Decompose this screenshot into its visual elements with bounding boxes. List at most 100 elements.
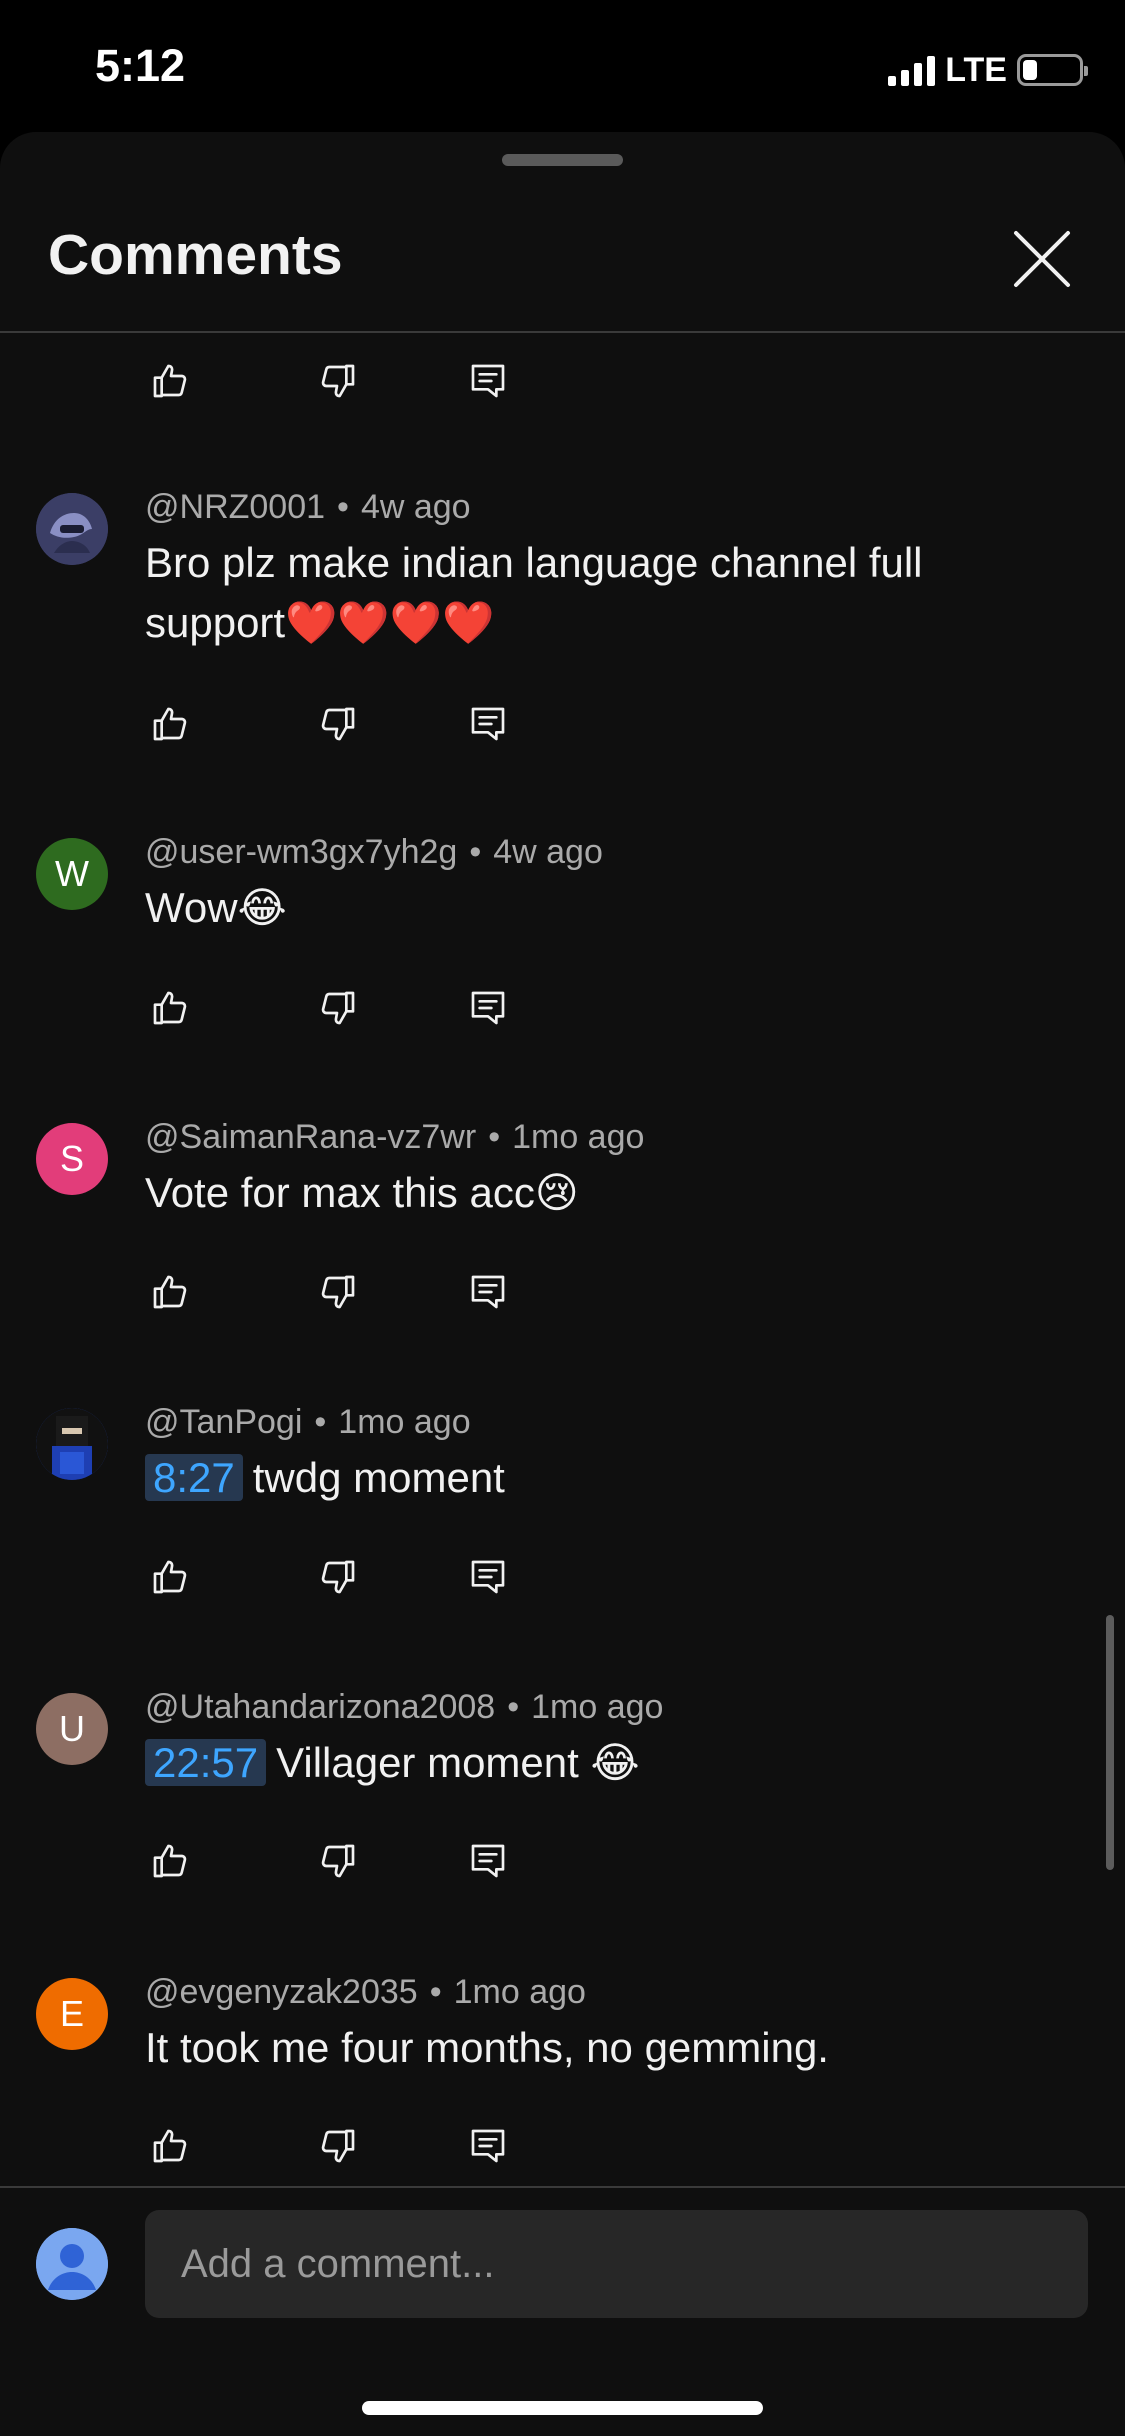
dislike-button[interactable] [313, 699, 363, 749]
network-label: LTE [945, 50, 1007, 89]
avatar[interactable]: E [36, 1978, 108, 2050]
close-button[interactable] [1010, 227, 1074, 291]
reply-button[interactable] [463, 1267, 513, 1317]
thumbs-up-icon [153, 1275, 187, 1309]
like-button[interactable] [145, 356, 195, 406]
thumbs-up-icon [153, 991, 187, 1025]
signal-icon [888, 54, 936, 86]
thumbs-up-icon [153, 364, 187, 398]
comment-text: 22:57 Villager moment 😂 [145, 1733, 1045, 1793]
meta-separator: • [314, 1403, 327, 1441]
comment-author[interactable]: @NRZ0001 [145, 488, 325, 526]
status-bar: 5:12 LTE [0, 0, 1125, 132]
reply-icon [471, 1275, 505, 1309]
meta-separator: • [337, 488, 349, 526]
thumbs-up-icon [153, 707, 187, 741]
avatar[interactable]: S [36, 1123, 108, 1195]
like-button[interactable] [145, 699, 195, 749]
battery-level [1023, 60, 1037, 80]
thumbs-down-icon [321, 1844, 355, 1878]
meta-separator: • [469, 833, 482, 871]
dislike-button[interactable] [313, 356, 363, 406]
comment-actions [145, 1262, 513, 1322]
comment-text: 8:27 twdg moment [145, 1448, 1045, 1508]
reply-button[interactable] [463, 2121, 513, 2171]
comment-age: 1mo ago [512, 1118, 645, 1156]
comment-meta: @SaimanRana-vz7wr • 1mo ago [145, 1118, 644, 1157]
status-indicators: LTE [888, 50, 1088, 90]
close-icon [1014, 231, 1070, 287]
reply-button[interactable] [463, 356, 513, 406]
reply-button[interactable] [463, 1552, 513, 1602]
comment-body: It took me four months, no gemming. [145, 2024, 829, 2071]
comments-sheet: Comments @NRZ0001 • 4w ago Bro plz make … [0, 132, 1125, 2436]
dislike-button[interactable] [313, 2121, 363, 2171]
timestamp-link[interactable]: 22:57 [145, 1739, 267, 1786]
avatar[interactable] [36, 493, 108, 565]
comment-actions [145, 1831, 513, 1891]
comment-author[interactable]: @evgenyzak2035 [145, 1973, 418, 2011]
dislike-button[interactable] [313, 1267, 363, 1317]
like-button[interactable] [145, 2121, 195, 2171]
dislike-button[interactable] [313, 1836, 363, 1886]
comment-actions [145, 351, 513, 411]
avatar[interactable]: U [36, 1693, 108, 1765]
comment-actions [145, 2116, 513, 2176]
comment-age: 4w ago [493, 833, 603, 871]
avatar-letter: U [59, 1708, 85, 1749]
comment-body: Wow😂 [145, 884, 287, 931]
timestamp-link[interactable]: 8:27 [145, 1454, 243, 1501]
comment-meta: @Utahandarizona2008 • 1mo ago [145, 1688, 663, 1727]
reply-icon [471, 1560, 505, 1594]
comment-body: twdg moment [252, 1454, 505, 1501]
home-indicator[interactable] [362, 2401, 763, 2415]
thumbs-up-icon [153, 2129, 187, 2163]
reply-button[interactable] [463, 1836, 513, 1886]
comment-list[interactable]: @NRZ0001 • 4w ago Bro plz make indian lang… [0, 333, 1125, 2318]
thumbs-down-icon [321, 364, 355, 398]
like-button[interactable] [145, 1267, 195, 1317]
comment-text: Wow😂 [145, 878, 1045, 938]
comment-author[interactable]: @Utahandarizona2008 [145, 1688, 495, 1726]
meta-separator: • [507, 1688, 520, 1726]
thumbs-down-icon [321, 1560, 355, 1594]
dislike-button[interactable] [313, 1552, 363, 1602]
reply-button[interactable] [463, 699, 513, 749]
comment-actions [145, 1547, 513, 1607]
thumbs-down-icon [321, 2129, 355, 2163]
comment-body: Bro plz make indian language channel ful… [145, 539, 923, 646]
thumbs-up-icon [153, 1560, 187, 1594]
comment-age: 1mo ago [338, 1403, 471, 1441]
battery-icon [1017, 54, 1088, 86]
comment-meta: @user-wm3gx7yh2g • 4w ago [145, 833, 603, 872]
comment-meta: @evgenyzak2035 • 1mo ago [145, 1973, 586, 2012]
dislike-button[interactable] [313, 983, 363, 1033]
add-comment-input[interactable] [145, 2210, 1088, 2318]
thumbs-down-icon [321, 991, 355, 1025]
comment-age: 4w ago [360, 488, 471, 526]
avatar-image-icon [36, 1408, 108, 1480]
avatar-letter: S [59, 1138, 84, 1179]
comment-age: 1mo ago [531, 1688, 664, 1726]
user-avatar[interactable] [36, 2228, 108, 2300]
thumbs-up-icon [153, 1844, 187, 1878]
comment-actions [145, 694, 513, 754]
reply-button[interactable] [463, 983, 513, 1033]
comment-actions [145, 978, 513, 1038]
drag-handle[interactable] [502, 154, 623, 166]
comment-author[interactable]: @TanPogi [145, 1403, 302, 1441]
comment-body: Villager moment 😂 [276, 1739, 640, 1786]
comment-text: Bro plz make indian language channel ful… [145, 533, 1045, 653]
like-button[interactable] [145, 983, 195, 1033]
reply-icon [471, 364, 505, 398]
like-button[interactable] [145, 1836, 195, 1886]
like-button[interactable] [145, 1552, 195, 1602]
avatar[interactable]: W [36, 838, 108, 910]
comment-author[interactable]: @user-wm3gx7yh2g [145, 833, 457, 871]
avatar[interactable] [36, 1408, 108, 1480]
scrollbar[interactable] [1106, 1615, 1114, 1870]
comment-body: Vote for max this acc😢 [145, 1169, 579, 1216]
comment-composer [0, 2186, 1125, 2436]
comment-author[interactable]: @SaimanRana-vz7wr [145, 1118, 476, 1156]
avatar-letter: E [59, 1993, 84, 2034]
